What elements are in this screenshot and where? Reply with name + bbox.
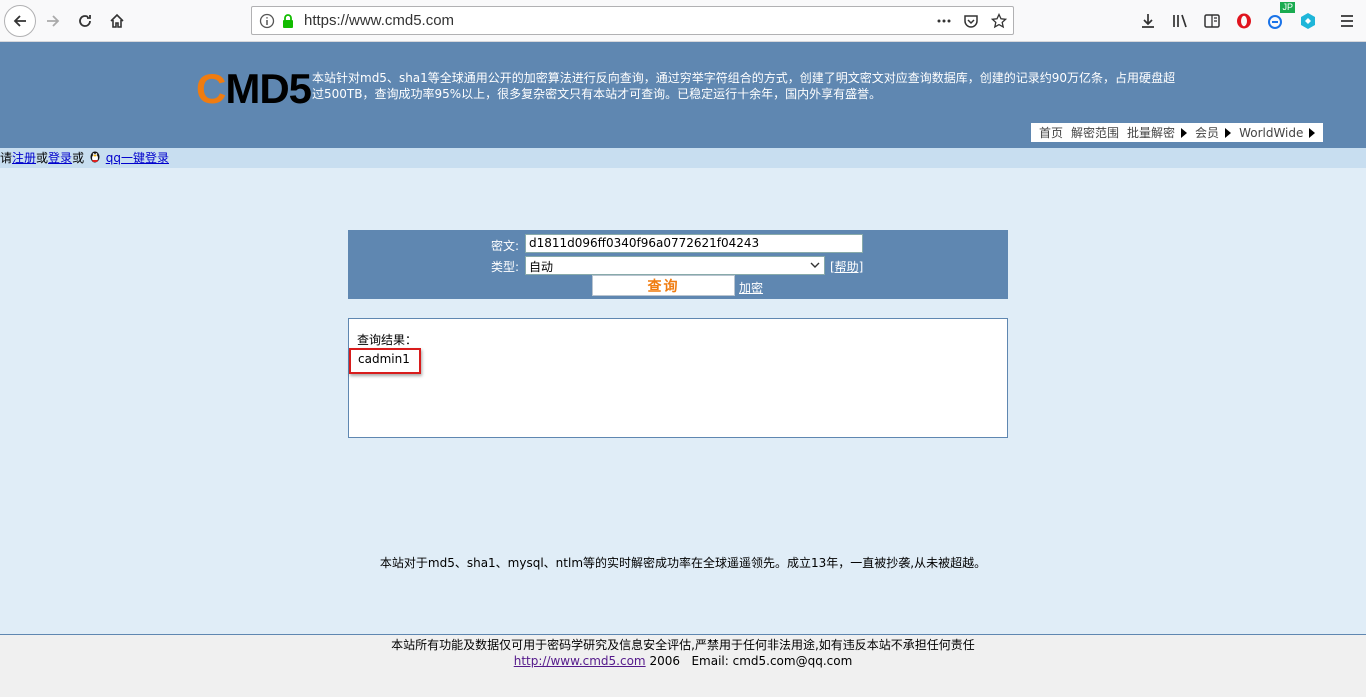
qq-penguin-icon	[90, 151, 100, 163]
type-select[interactable]: 自动	[525, 256, 825, 275]
arrow-left-icon	[13, 15, 26, 27]
site-logo[interactable]: CMD5	[196, 68, 312, 110]
footer-contact: http://www.cmd5.com 2006 Email: cmd5.com…	[0, 653, 1366, 669]
info-icon[interactable]	[258, 12, 276, 30]
help-link[interactable]: [帮助]	[830, 258, 863, 275]
type-label: 类型:	[491, 260, 520, 274]
lock-icon	[279, 12, 297, 30]
arrow-right-icon	[47, 15, 60, 27]
site-header: CMD5 本站针对md5、sha1等全球通用公开的加密算法进行反向查询，通过穷举…	[0, 42, 1366, 148]
cube-extension[interactable]	[1293, 6, 1323, 36]
main-nav: 首页 解密范围 批量解密 会员 WorldWide	[1031, 123, 1324, 142]
caret-right-icon	[1309, 127, 1316, 138]
back-button[interactable]	[4, 5, 36, 37]
pocket-icon[interactable]	[962, 12, 980, 30]
site-intro: 本站针对md5、sha1等全球通用公开的加密算法进行反向查询，通过穷举字符组合的…	[312, 71, 1176, 101]
result-box: 查询结果： cadmin1	[348, 318, 1008, 438]
cube-icon	[1301, 13, 1315, 29]
home-button[interactable]	[102, 6, 132, 36]
more-actions-icon[interactable]	[935, 12, 953, 30]
result-highlight: cadmin1	[349, 348, 421, 374]
nav-batch-decrypt[interactable]: 批量解密	[1127, 124, 1188, 141]
nav-decrypt-range[interactable]: 解密范围	[1071, 124, 1119, 141]
download-icon	[1142, 14, 1154, 28]
chevron-down-icon	[810, 262, 820, 268]
url-bar[interactable]: https://www.cmd5.com	[251, 6, 1014, 35]
success-rate-claim: 本站对于md5、sha1、mysql、ntlm等的实时解密成功率在全球遥遥领先。…	[379, 556, 987, 570]
query-form: 密文: d1811d096ff0340f96a0772621f04243 类型:…	[348, 230, 1008, 299]
reload-icon	[79, 15, 91, 27]
encrypt-link[interactable]: 加密	[739, 279, 763, 296]
login-link[interactable]: 登录	[48, 151, 72, 165]
login-bar: 请注册或登录或 qq一键登录	[0, 148, 1366, 168]
register-link[interactable]: 注册	[12, 151, 36, 165]
menu-button[interactable]	[1332, 6, 1362, 36]
qq-login-link[interactable]: qq一键登录	[106, 151, 169, 165]
library-icon	[1173, 14, 1187, 28]
footer-year: 2006	[649, 654, 680, 668]
nav-worldwide[interactable]: WorldWide	[1239, 126, 1316, 140]
translate-extension[interactable]: JP	[1261, 2, 1295, 36]
caret-right-icon	[1225, 128, 1232, 138]
caret-right-icon	[1181, 128, 1188, 138]
downloads-button[interactable]	[1133, 6, 1163, 36]
hamburger-menu-icon	[1341, 15, 1353, 27]
nav-home[interactable]: 首页	[1039, 124, 1063, 141]
type-selected-value: 自动	[529, 260, 554, 274]
bookmark-star-icon[interactable]	[990, 12, 1008, 30]
footer-disclaimer: 本站所有功能及数据仅可用于密码学研究及信息安全评估,严禁用于任何非法用途,如有违…	[391, 638, 975, 652]
footer-site-link[interactable]: http://www.cmd5.com	[514, 654, 646, 668]
translate-icon	[1268, 15, 1282, 29]
query-button[interactable]: 查询	[592, 275, 735, 296]
browser-toolbar: https://www.cmd5.com JP	[0, 0, 1366, 42]
cipher-label: 密文:	[491, 239, 520, 253]
sidebar-icon	[1204, 14, 1220, 28]
result-value: cadmin1	[358, 352, 410, 366]
footer: 本站所有功能及数据仅可用于密码学研究及信息安全评估,严禁用于任何非法用途,如有违…	[0, 634, 1366, 697]
home-icon	[110, 13, 124, 28]
cipher-input[interactable]: d1811d096ff0340f96a0772621f04243	[525, 234, 863, 253]
opera-icon	[1237, 13, 1251, 29]
footer-email: Email: cmd5.com@qq.com	[691, 654, 853, 668]
nav-member[interactable]: 会员	[1195, 124, 1232, 141]
result-label: 查询结果：	[357, 333, 418, 347]
forward-button[interactable]	[38, 6, 68, 36]
url-text: https://www.cmd5.com	[304, 12, 455, 29]
reload-button[interactable]	[70, 6, 100, 36]
sidebar-button[interactable]	[1197, 6, 1227, 36]
library-button[interactable]	[1165, 6, 1195, 36]
opera-extension[interactable]	[1229, 6, 1259, 36]
